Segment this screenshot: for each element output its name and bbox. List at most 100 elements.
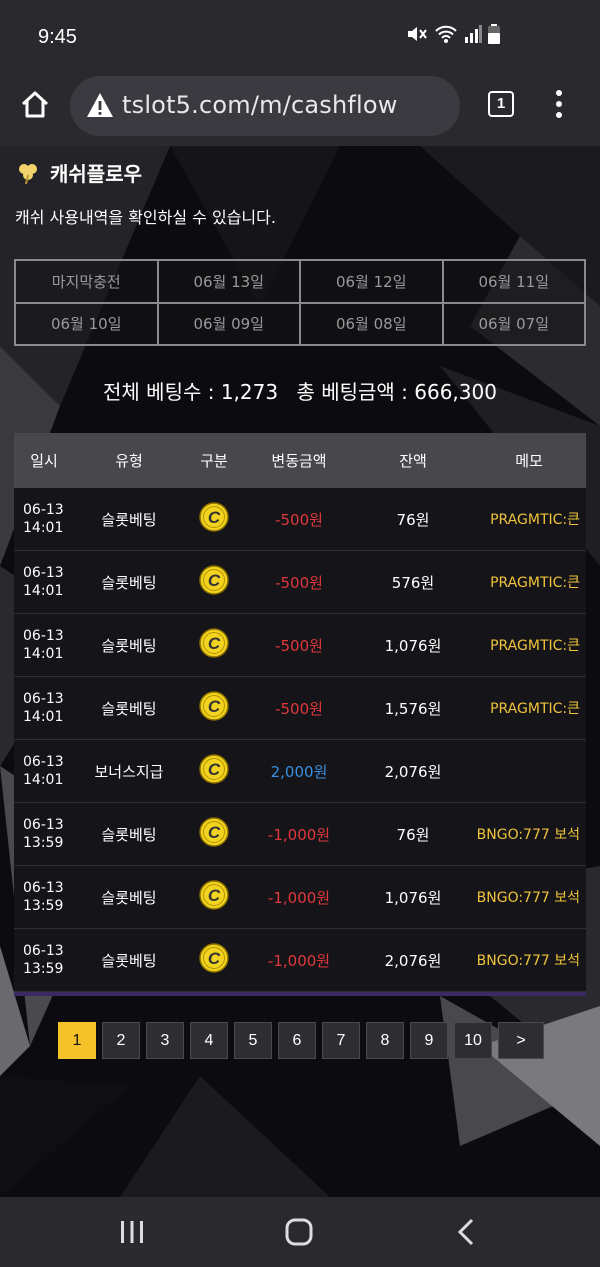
row-memo: BNGO:777 보석	[476, 890, 580, 906]
date-tab[interactable]: 06월 12일	[300, 260, 443, 303]
browser-toolbar: tslot5.com/m/cashflow 1	[0, 72, 600, 146]
date-tab[interactable]: 06월 13일	[157, 260, 300, 303]
url-text[interactable]: tslot5.com/m/cashflow	[122, 91, 398, 119]
page-button[interactable]: 10	[454, 1022, 492, 1059]
table-row: 06-13 14:01 슬롯베팅 C -500원 76원 PRAGMTIC:큰	[14, 488, 586, 551]
row-type: 슬롯베팅	[101, 951, 157, 970]
row-category: C	[184, 817, 244, 851]
coin-icon: C	[199, 691, 229, 721]
row-balance: 76원	[396, 825, 430, 844]
row-time: 14:01	[23, 646, 64, 662]
date-tab[interactable]: 06월 07일	[442, 302, 585, 345]
table-row: 06-13 13:59 슬롯베팅 C -1,000원 2,076원 BNGO:777 보석	[14, 929, 586, 992]
row-date: 06-13	[23, 817, 64, 833]
coin-icon: C	[199, 754, 229, 784]
row-change-amount: -500원	[275, 636, 323, 655]
date-tab[interactable]: 마지막충전	[15, 260, 158, 303]
row-datetime: 06-13 14:01	[14, 627, 74, 663]
row-category: C	[184, 943, 244, 977]
row-datetime: 06-13 13:59	[14, 879, 74, 915]
row-balance: 76원	[396, 510, 430, 529]
row-category: C	[184, 691, 244, 725]
page-button[interactable]: 3	[146, 1022, 184, 1059]
page-button[interactable]: 1	[58, 1022, 96, 1059]
table-row: 06-13 14:01 보너스지급 C 2,000원 2,076원	[14, 740, 586, 803]
row-balance: 2,076원	[384, 951, 442, 970]
next-page-button[interactable]: >	[498, 1022, 544, 1059]
mute-icon	[406, 24, 428, 48]
row-change-amount: -500원	[275, 573, 323, 592]
row-change-amount: -1,000원	[267, 888, 331, 907]
row-change-amount: -500원	[275, 510, 323, 529]
row-category: C	[184, 628, 244, 662]
status-time: 9:45	[38, 26, 77, 48]
status-bar: 9:45	[0, 0, 600, 72]
row-balance: 2,076원	[384, 762, 442, 781]
home-icon[interactable]	[18, 88, 52, 122]
row-memo: BNGO:777 보석	[476, 953, 580, 969]
page-button[interactable]: 8	[366, 1022, 404, 1059]
row-type: 슬롯베팅	[101, 573, 157, 592]
more-menu-icon[interactable]	[552, 88, 566, 120]
row-date: 06-13	[23, 565, 64, 581]
betting-summary: 전체 베팅수 : 1,273 총 베팅금액 : 666,300	[0, 376, 600, 405]
row-time: 13:59	[23, 961, 64, 977]
back-icon[interactable]	[450, 1215, 484, 1249]
row-change-amount: -500원	[275, 699, 323, 718]
recent-apps-icon[interactable]	[115, 1215, 149, 1249]
row-type: 슬롯베팅	[101, 510, 157, 529]
warning-icon[interactable]	[86, 91, 114, 119]
page-button[interactable]: 5	[234, 1022, 272, 1059]
row-date: 06-13	[23, 880, 64, 896]
row-category: C	[184, 754, 244, 788]
row-time: 13:59	[23, 898, 64, 914]
date-tab[interactable]: 06월 11일	[442, 260, 585, 303]
table-row: 06-13 14:01 슬롯베팅 C -500원 1,076원 PRAGMTIC:큰	[14, 614, 586, 677]
table-header: 일시 유형 구분 변동금액 잔액 메모	[14, 433, 586, 488]
date-tab[interactable]: 06월 08일	[300, 302, 443, 345]
coin-letter: C	[208, 508, 221, 527]
page-button[interactable]: 4	[190, 1022, 228, 1059]
column-header: 변동금액	[271, 452, 327, 470]
coin-letter: C	[208, 634, 221, 653]
coin-letter: C	[208, 886, 221, 905]
row-time: 14:01	[23, 772, 64, 788]
table-row: 06-13 14:01 슬롯베팅 C -500원 576원 PRAGMTIC:큰	[14, 551, 586, 614]
row-memo: PRAGMTIC:큰	[490, 512, 580, 528]
coin-letter: C	[208, 571, 221, 590]
row-type: 보너스지급	[94, 762, 164, 781]
signal-icon	[464, 25, 482, 47]
row-date: 06-13	[23, 691, 64, 707]
clover-icon	[16, 161, 40, 185]
coin-letter: C	[208, 949, 221, 968]
row-balance: 1,576원	[384, 699, 442, 718]
row-category: C	[184, 502, 244, 536]
wifi-icon	[434, 24, 458, 48]
page-subtitle: 캐쉬 사용내역을 확인하실 수 있습니다.	[15, 208, 276, 227]
page-button[interactable]: 9	[410, 1022, 448, 1059]
pagination: 1 2 3 4 5 6 7 8 9 10 >	[58, 1022, 544, 1059]
row-category: C	[184, 880, 244, 914]
row-balance: 1,076원	[384, 636, 442, 655]
home-nav-icon[interactable]	[282, 1215, 316, 1249]
row-type: 슬롯베팅	[101, 699, 157, 718]
page-button[interactable]: 2	[102, 1022, 140, 1059]
row-type: 슬롯베팅	[101, 636, 157, 655]
row-date: 06-13	[23, 502, 64, 518]
column-header: 일시	[30, 452, 58, 470]
page-heading: 캐쉬플로우	[16, 158, 142, 187]
page-content: 캐쉬플로우 캐쉬 사용내역을 확인하실 수 있습니다. 마지막충전 06월 13…	[0, 146, 600, 1197]
tab-switcher-button[interactable]: 1	[488, 91, 514, 117]
address-bar[interactable]: tslot5.com/m/cashflow	[70, 76, 460, 136]
date-tab[interactable]: 06월 10일	[15, 302, 158, 345]
coin-icon: C	[199, 628, 229, 658]
page-button[interactable]: 7	[322, 1022, 360, 1059]
page-button[interactable]: 6	[278, 1022, 316, 1059]
coin-icon: C	[199, 502, 229, 532]
date-tab[interactable]: 06월 09일	[157, 302, 300, 345]
table-row: 06-13 13:59 슬롯베팅 C -1,000원 76원 BNGO:777 보석	[14, 803, 586, 866]
system-navigation-bar	[0, 1197, 600, 1267]
page-title: 캐쉬플로우	[50, 162, 142, 186]
row-datetime: 06-13 14:01	[14, 753, 74, 789]
coin-icon: C	[199, 880, 229, 910]
